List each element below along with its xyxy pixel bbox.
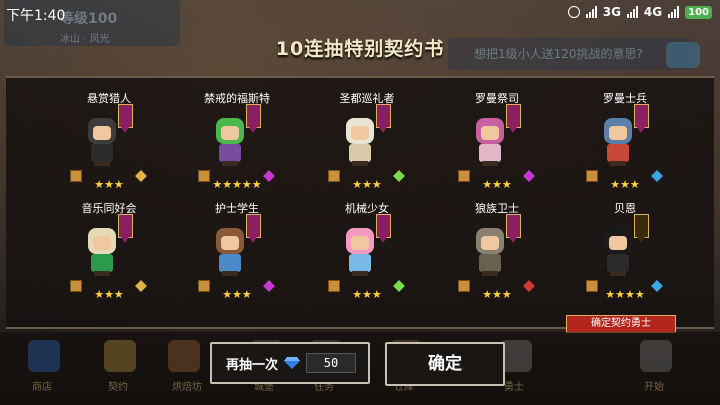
nav-icon[interactable]	[640, 340, 672, 372]
hero-feet	[94, 161, 110, 166]
hero-face	[93, 126, 111, 140]
hero-face	[609, 236, 627, 250]
hero-body	[479, 144, 501, 162]
hero-sprite	[210, 228, 250, 278]
hero-sprite	[82, 228, 122, 278]
hero-face	[351, 126, 369, 140]
nav-label: 商店	[32, 382, 52, 393]
hero-feet	[352, 271, 368, 276]
nav-icon[interactable]	[168, 340, 200, 372]
hero-name: 罗曼祭司	[475, 92, 519, 105]
nav-label: 勇士	[504, 382, 524, 393]
hero-name: 罗曼士兵	[603, 92, 647, 105]
hero-name: 护士学生	[215, 202, 259, 215]
hero-name: 圣都巡礼者	[339, 92, 395, 105]
status-icons: 3G 4G 100	[567, 5, 712, 19]
hero-sprite	[210, 118, 250, 168]
hero-card[interactable]: 机械少女 ★★★	[303, 180, 431, 301]
confirm-heroes-tag: 确定契约勇士	[566, 315, 676, 333]
hero-name: 悬赏猎人	[87, 92, 131, 105]
hero-body	[607, 144, 629, 162]
confirm-button[interactable]: 确定	[385, 342, 505, 386]
draw-again-cost: 50	[306, 353, 357, 373]
nav-icon[interactable]	[104, 340, 136, 372]
network-4g: 4G	[643, 5, 663, 19]
page-title: 10连抽特别契约书	[275, 38, 445, 60]
signal-icon	[585, 6, 597, 18]
hero-feet	[610, 161, 626, 166]
hero-feet	[482, 161, 498, 166]
nav-label: 开始	[644, 382, 664, 393]
star-rating: ★★★★	[605, 288, 645, 301]
hero-body	[349, 254, 371, 272]
hero-card[interactable]: 狼族卫士 ★★★	[433, 180, 561, 301]
hero-card[interactable]: 护士学生 ★★★	[173, 180, 301, 301]
hero-sprite	[470, 228, 510, 278]
hero-face	[609, 126, 627, 140]
star-rating: ★★★	[482, 288, 512, 301]
hero-body	[607, 254, 629, 272]
hero-name: 禁戒的福斯特	[204, 92, 270, 105]
hero-body	[91, 254, 113, 272]
hero-feet	[222, 161, 238, 166]
hero-face	[221, 126, 239, 140]
nav-label: 契约	[108, 382, 128, 393]
hero-card[interactable]: 罗曼祭司 ★★★	[433, 70, 561, 191]
hero-body	[479, 254, 501, 272]
diamond-icon	[284, 357, 301, 369]
draw-again-button[interactable]: 再抽一次 50	[210, 342, 370, 384]
signal-icon-3	[668, 6, 680, 18]
hero-sprite	[598, 228, 638, 278]
nav-label: 烘焙坊	[172, 382, 202, 393]
hero-body	[219, 144, 241, 162]
network-3g: 3G	[602, 5, 621, 19]
hero-face	[481, 236, 499, 250]
hero-face	[351, 236, 369, 250]
hero-face	[93, 236, 111, 250]
hero-body	[219, 254, 241, 272]
hero-sprite	[598, 118, 638, 168]
star-rating: ★★★	[94, 288, 124, 301]
battery-indicator: 100	[685, 5, 712, 19]
hero-card[interactable]: 悬赏猎人 ★★★	[45, 70, 173, 191]
hero-feet	[610, 271, 626, 276]
hero-card[interactable]: 圣都巡礼者 ★★★	[303, 70, 431, 191]
hero-name: 贝恩	[614, 202, 636, 215]
hero-feet	[94, 271, 110, 276]
hero-name: 音乐同好会	[81, 202, 137, 215]
hero-feet	[482, 271, 498, 276]
status-time: 下午1:40	[6, 8, 66, 24]
hero-name: 狼族卫士	[475, 202, 519, 215]
hero-name: 机械少女	[345, 202, 389, 215]
hero-card[interactable]: 禁戒的福斯特 ★★★★★	[173, 70, 301, 191]
hero-feet	[222, 271, 238, 276]
star-rating: ★★★	[352, 288, 382, 301]
nav-icon[interactable]	[28, 340, 60, 372]
hero-card[interactable]: 贝恩 ★★★★	[561, 180, 689, 301]
hero-sprite	[470, 118, 510, 168]
hero-sprite	[82, 118, 122, 168]
draw-again-label: 再抽一次	[226, 357, 279, 373]
signal-icon-2	[626, 6, 638, 18]
alarm-icon	[567, 6, 580, 18]
hero-card[interactable]: 罗曼士兵 ★★★	[561, 70, 689, 191]
hero-face	[481, 126, 499, 140]
hero-face	[221, 236, 239, 250]
hero-body	[349, 144, 371, 162]
hero-feet	[352, 161, 368, 166]
hero-card[interactable]: 音乐同好会 ★★★	[45, 180, 173, 301]
hero-body	[91, 144, 113, 162]
status-bar: 下午1:40 3G 4G 100	[0, 0, 720, 26]
star-rating: ★★★	[222, 288, 252, 301]
hero-sprite	[340, 118, 380, 168]
hero-sprite	[340, 228, 380, 278]
